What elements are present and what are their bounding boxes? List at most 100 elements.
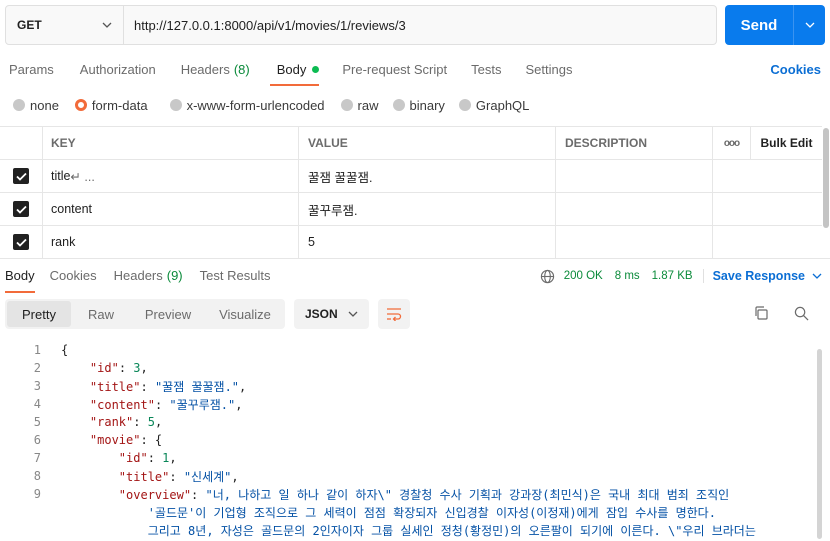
radio-label: raw [357,97,379,113]
code-line: 4 "content": "꿀꾸루잼.", [0,395,815,413]
json-number: 3 [133,361,141,375]
code-line: 8 "title": "신세계", [0,467,815,485]
view-raw[interactable]: Raw [71,301,131,327]
radio-graphql[interactable]: GraphQL [453,98,537,113]
value-cell[interactable]: 5 [299,226,556,258]
radio-label: binary [409,97,445,113]
headers-count: (8) [233,61,250,77]
tab-authorization[interactable]: Authorization [64,52,166,86]
method-label: GET [17,18,42,32]
response-size: 1.87 KB [651,270,693,282]
view-mode-segmented: Pretty Raw Preview Visualize [5,299,285,329]
view-visualize[interactable]: Visualize [205,301,285,327]
json-number: 5 [147,415,155,429]
line-number: 8 [33,469,41,483]
more-options-button[interactable]: ooo [713,127,751,159]
radio-label: GraphQL [475,97,530,113]
row-checkbox-cell [0,226,43,258]
scroll-thumb[interactable] [817,349,822,539]
code-line: 2 "id": 3, [0,359,815,377]
code-text: "content": "꿀꾸루잼.", [89,397,243,412]
code-scrollbar[interactable] [816,341,824,541]
response-tabs: Body Cookies Headers (9) Test Results 200… [0,258,830,293]
search-button[interactable] [791,303,811,323]
value-cell[interactable]: 꿀꾸루잼. [299,193,556,225]
tab-label: Tests [471,61,502,77]
json-key: "title" [89,379,141,394]
radio-label: none [30,97,59,113]
key-cell[interactable]: content [43,193,299,225]
globe-icon[interactable] [540,269,555,284]
chevron-down-icon [102,22,112,28]
wrap-icon [387,308,402,321]
tab-test-results[interactable]: Test Results [188,259,276,293]
bulk-edit-button[interactable]: Bulk Edit [751,127,822,159]
tab-body[interactable]: Body [260,52,330,86]
json-string: "꿀잼 꿀꿀잼." [154,379,240,394]
radio-circle [458,99,471,111]
method-select[interactable]: GET [6,6,124,44]
description-cell[interactable] [556,193,713,225]
response-meta: 200 OK 8 ms 1.87 KB Save Response [540,259,822,293]
format-select[interactable]: JSON [294,299,369,329]
cookies-link[interactable]: Cookies [770,62,821,77]
radio-urlencoded[interactable]: x-www-form-urlencoded [156,98,333,113]
tab-response-headers[interactable]: Headers (9) [102,259,188,293]
tab-settings[interactable]: Settings [511,52,582,86]
tab-label: Body [276,61,307,77]
tab-tests[interactable]: Tests [457,52,511,86]
radio-none[interactable]: none [0,98,67,113]
headers-count: (9) [166,268,183,283]
send-label: Send [740,16,778,34]
tab-response-cookies[interactable]: Cookies [40,259,102,293]
chevron-down-icon [812,273,822,279]
code-line: 1{ [0,341,815,359]
description-cell[interactable] [556,160,713,192]
tab-pre-request-script[interactable]: Pre-request Script [329,52,457,86]
radio-form-data[interactable]: form-data [67,98,156,113]
radio-binary[interactable]: binary [387,98,453,113]
view-preview[interactable]: Preview [131,301,205,327]
url-input[interactable]: http://127.0.0.1:8000/api/v1/movies/1/re… [124,18,406,33]
line-number: 6 [33,433,41,447]
checkbox-checked[interactable] [13,168,29,184]
radio-label: form-data [91,97,148,113]
copy-button[interactable] [751,303,771,323]
wrap-lines-button[interactable] [378,299,410,329]
response-body-code[interactable]: 1{ 2 "id": 3, 3 "title": "꿀잼 꿀꿀잼.", 4 "c… [0,341,815,541]
view-pretty[interactable]: Pretty [7,301,71,327]
code-text: "title": "꿀잼 꿀꿀잼.", [89,379,247,394]
tab-response-body[interactable]: Body [0,259,40,293]
format-label: JSON [305,307,338,321]
description-cell[interactable] [556,226,713,258]
header-description: DESCRIPTION [556,127,713,159]
more-icon: ooo [723,137,740,149]
value-cell[interactable]: 꿀잼 꿀꿀잼. [299,160,556,192]
tab-headers[interactable]: Headers (8) [166,52,260,86]
line-number: 5 [33,415,41,429]
radio-circle [169,99,182,111]
line-number: 7 [33,451,41,465]
code-text: "rank": 5, [89,415,163,429]
send-button[interactable]: Send [725,5,825,45]
tab-params[interactable]: Params [0,52,64,86]
tab-label: Settings [525,61,573,77]
checkbox-checked[interactable] [13,234,29,250]
json-number: 1 [162,451,170,465]
chevron-down-icon [348,311,358,317]
key-cell[interactable]: rank [43,226,299,258]
save-label: Save Response [712,269,805,283]
json-string: "꿀꾸루잼." [169,397,236,412]
radio-circle [340,99,353,111]
status-code: 200 OK [563,270,603,282]
key-cell[interactable]: title ↵ ... [43,160,299,192]
empty-cell [713,226,751,258]
header-checkbox-cell [0,127,43,159]
save-response-button[interactable]: Save Response [702,269,822,283]
json-string: '골드문'이 기업형 조직으로 그 세력이 점점 확장되자 신입경찰 이자성(이… [147,505,716,520]
table-scrollbar[interactable] [823,128,829,228]
checkbox-checked[interactable] [13,201,29,217]
send-options-button[interactable] [793,5,825,45]
radio-raw[interactable]: raw [333,98,387,113]
check-icon [15,172,27,181]
